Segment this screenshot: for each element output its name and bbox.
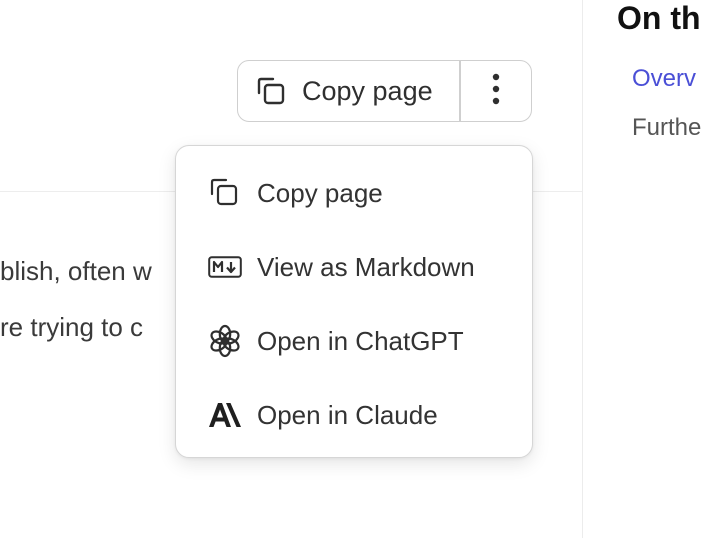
menu-item-copy-page[interactable]: Copy page — [176, 156, 532, 230]
copy-icon — [208, 176, 242, 210]
toc-title: On th — [617, 0, 701, 36]
menu-item-label: View as Markdown — [257, 251, 475, 282]
chatgpt-icon — [208, 324, 242, 358]
toc-divider — [582, 0, 583, 538]
copy-icon — [254, 74, 288, 108]
toc-link-further[interactable]: Furthe — [632, 114, 701, 142]
copy-page-button[interactable]: Copy page — [238, 61, 459, 121]
claude-icon — [208, 398, 242, 432]
body-text-line: blish, often w — [0, 256, 152, 286]
more-vertical-icon — [491, 72, 501, 111]
body-text-line: re trying to c — [0, 312, 144, 342]
menu-item-view-markdown[interactable]: View as Markdown — [176, 230, 532, 304]
more-options-button[interactable] — [461, 61, 532, 121]
menu-item-label: Open in ChatGPT — [257, 325, 464, 356]
menu-item-open-chatgpt[interactable]: Open in ChatGPT — [176, 304, 532, 378]
copy-page-split-button: Copy page — [237, 60, 532, 122]
copy-page-label: Copy page — [302, 75, 433, 106]
menu-item-open-claude[interactable]: Open in Claude — [176, 378, 532, 452]
markdown-icon — [208, 250, 242, 284]
menu-item-label: Copy page — [257, 177, 383, 208]
menu-item-label: Open in Claude — [257, 399, 438, 430]
toc-link-overview[interactable]: Overv — [632, 65, 696, 93]
copy-options-menu: Copy page View as Markdown Open in ChatG… — [175, 145, 533, 458]
